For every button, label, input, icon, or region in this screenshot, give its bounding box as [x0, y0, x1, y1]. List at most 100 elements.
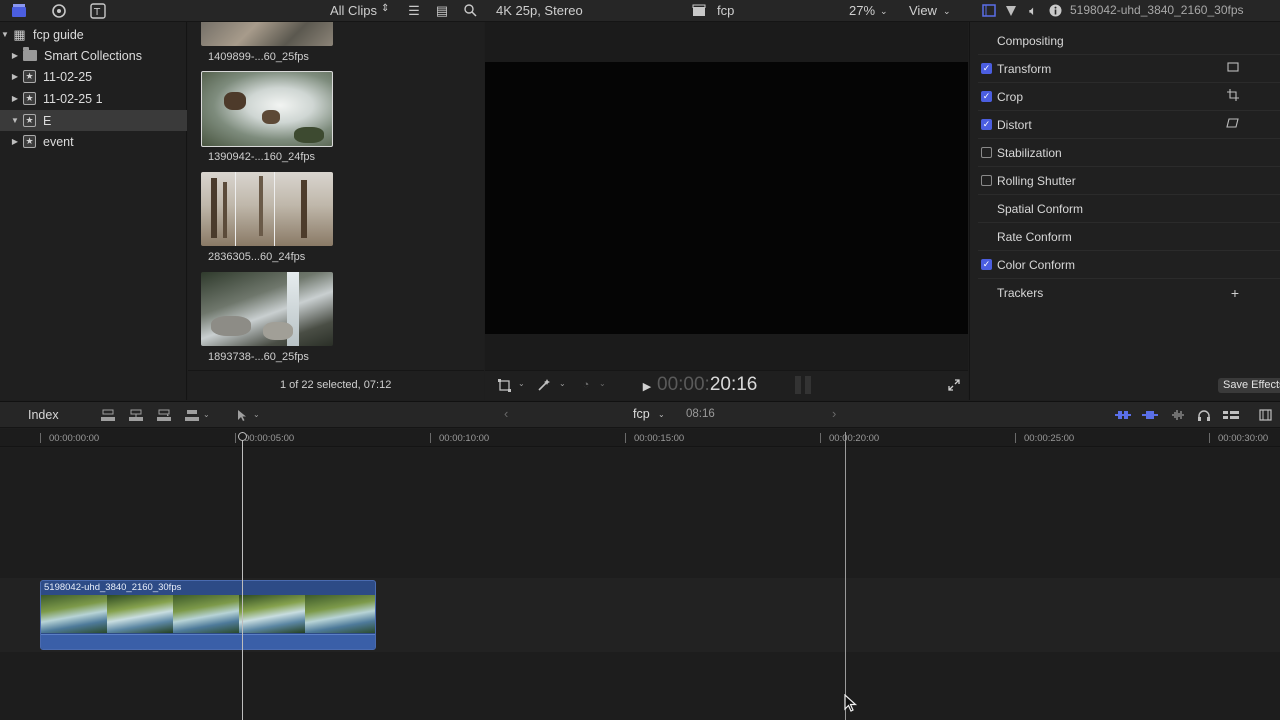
disclosure-open-icon[interactable]: ▼: [0, 30, 10, 39]
crop-icon[interactable]: [1227, 89, 1239, 104]
sidebar-item-smart-collections[interactable]: ▶ Smart Collections: [0, 45, 187, 66]
filmstrip-frame: [41, 595, 107, 633]
retime-speed-icon[interactable]: ◔: [578, 377, 594, 393]
clip-label: 1390942-...160_24fps: [208, 151, 316, 163]
search-icon[interactable]: [461, 2, 479, 19]
chevron-updown-icon[interactable]: ⇕: [381, 3, 389, 14]
chevron-down-icon[interactable]: ⌄: [599, 379, 606, 388]
clip-thumbnail-selected[interactable]: [201, 71, 333, 147]
transform-overlay-icon[interactable]: [496, 377, 512, 393]
inspector-row-label: Trackers: [997, 286, 1044, 300]
checkbox-checked[interactable]: ✓: [981, 259, 992, 270]
ruler-label: 00:00:00:00: [49, 433, 100, 444]
chevron-down-icon[interactable]: ⌄: [518, 379, 525, 388]
inspector-row-stabilization[interactable]: Stabilization: [978, 139, 1280, 167]
chevron-down-icon[interactable]: ⌄: [880, 6, 888, 17]
timecode-display[interactable]: 00:00:20:16: [657, 374, 757, 396]
headphones-icon[interactable]: [1196, 407, 1212, 423]
clip-thumbnail[interactable]: [201, 272, 333, 346]
inspector-row-transform[interactable]: ✓ Transform: [978, 55, 1280, 83]
sidebar-item-event-selected[interactable]: ▼ ★ E: [0, 110, 187, 131]
disclosure-closed-icon[interactable]: ▶: [10, 51, 20, 60]
inspector-row-label: Spatial Conform: [997, 201, 1084, 216]
libraries-icon[interactable]: [10, 2, 28, 19]
inspector-row-distort[interactable]: ✓ Distort: [978, 111, 1280, 139]
chevron-down-icon[interactable]: ⌄: [253, 410, 260, 419]
sidebar-item-event[interactable]: ▶ ★ event: [0, 131, 187, 152]
plus-icon[interactable]: +: [1231, 285, 1239, 301]
disclosure-closed-icon[interactable]: ▶: [10, 72, 20, 81]
chevron-down-icon[interactable]: ⌄: [559, 379, 566, 388]
library-icon: ▦: [13, 26, 26, 42]
checkbox-checked[interactable]: ✓: [981, 91, 992, 102]
clip-audio-waveform: [41, 634, 375, 649]
titles-generators-icon[interactable]: T: [89, 2, 107, 19]
viewer-canvas[interactable]: [485, 62, 968, 334]
all-clips-menu[interactable]: All Clips: [330, 3, 377, 18]
ruler-label: 00:00:30:00: [1218, 433, 1269, 444]
timeline-clip[interactable]: 5198042-uhd_3840_2160_30fps: [40, 580, 376, 650]
sidebar-item-event[interactable]: ▶ ★ 11-02-25: [0, 66, 187, 87]
inspector-row-crop[interactable]: ✓ Crop: [978, 83, 1280, 111]
audio-skimming-icon[interactable]: [1142, 407, 1158, 423]
checkbox-unchecked[interactable]: [981, 175, 992, 186]
inspector-row-rolling-shutter[interactable]: Rolling Shutter: [978, 167, 1280, 195]
photos-audio-icon[interactable]: [50, 2, 68, 19]
filmstrip-frame: [107, 595, 173, 633]
video-inspector-icon[interactable]: [980, 2, 998, 19]
clip-thumbnail[interactable]: [201, 172, 333, 246]
chevron-down-icon[interactable]: ⌄: [658, 410, 665, 419]
inspector-row-rate-conform[interactable]: Rate Conform: [978, 223, 1280, 251]
zoom-level[interactable]: 27%: [849, 3, 875, 18]
view-menu[interactable]: View: [909, 3, 937, 18]
back-arrow-icon[interactable]: ‹: [504, 406, 508, 421]
overwrite-clip-icon[interactable]: [184, 407, 200, 423]
checkbox-checked[interactable]: ✓: [981, 63, 992, 74]
clip-appearance-icon[interactable]: [1223, 407, 1239, 423]
audio-inspector-icon[interactable]: 🔈︎: [1024, 2, 1042, 19]
clapper-icon: [690, 2, 708, 19]
disclosure-closed-icon[interactable]: ▶: [10, 94, 20, 103]
skimming-icon[interactable]: [1115, 407, 1131, 423]
event-star-icon: ★: [23, 92, 36, 105]
distort-icon[interactable]: [1226, 118, 1239, 131]
index-button[interactable]: Index: [28, 408, 59, 422]
color-inspector-icon[interactable]: [1002, 2, 1020, 19]
select-tool-icon[interactable]: [234, 407, 250, 423]
timeline-project-name[interactable]: fcp: [633, 407, 650, 421]
inspector-row-color-conform[interactable]: ✓ Color Conform: [978, 251, 1280, 279]
transform-icon[interactable]: [1227, 62, 1239, 75]
info-inspector-icon[interactable]: [1046, 2, 1064, 19]
sidebar-item-event[interactable]: ▶ ★ 11-02-25 1: [0, 88, 187, 109]
save-effects-button[interactable]: Save Effects: [1218, 378, 1280, 393]
inspector-row-compositing[interactable]: Compositing: [978, 27, 1280, 55]
inspector-row-trackers[interactable]: Trackers +: [978, 279, 1280, 307]
clip-label: 2836305...60_24fps: [208, 251, 306, 263]
ruler-label: 00:00:25:00: [1024, 433, 1075, 444]
chevron-down-icon[interactable]: ⌄: [943, 6, 951, 17]
folder-icon: [23, 47, 37, 61]
checkbox-checked[interactable]: ✓: [981, 119, 992, 130]
clip-thumbnail[interactable]: [201, 22, 333, 46]
inspector-row-spatial-conform[interactable]: Spatial Conform: [978, 195, 1280, 223]
solo-waveform-icon[interactable]: [1170, 407, 1186, 423]
list-view-icon[interactable]: ☰: [405, 2, 423, 19]
disclosure-closed-icon[interactable]: ▶: [10, 137, 20, 146]
playhead-handle[interactable]: [238, 432, 247, 441]
filmstrip-view-icon[interactable]: ▤: [433, 2, 451, 19]
insert-clip-icon[interactable]: [128, 407, 144, 423]
event-star-icon: ★: [23, 70, 36, 83]
chevron-down-icon[interactable]: ⌄: [203, 410, 210, 419]
play-icon[interactable]: ▶: [639, 378, 655, 394]
fullscreen-icon[interactable]: [946, 377, 962, 393]
effects-browser-icon[interactable]: [1257, 407, 1273, 423]
connect-clip-icon[interactable]: [100, 407, 116, 423]
forward-arrow-icon[interactable]: ›: [832, 406, 836, 421]
checkbox-unchecked[interactable]: [981, 147, 992, 158]
append-clip-icon[interactable]: [156, 407, 172, 423]
disclosure-open-icon[interactable]: ▼: [10, 116, 20, 125]
enhance-wand-icon[interactable]: [536, 377, 552, 393]
playhead[interactable]: [242, 432, 243, 720]
library-row[interactable]: ▼ ▦ fcp guide: [0, 24, 187, 45]
timeline-ruler[interactable]: 00:00:00:00 00:00:05:00 00:00:10:00 00:0…: [0, 429, 1280, 447]
